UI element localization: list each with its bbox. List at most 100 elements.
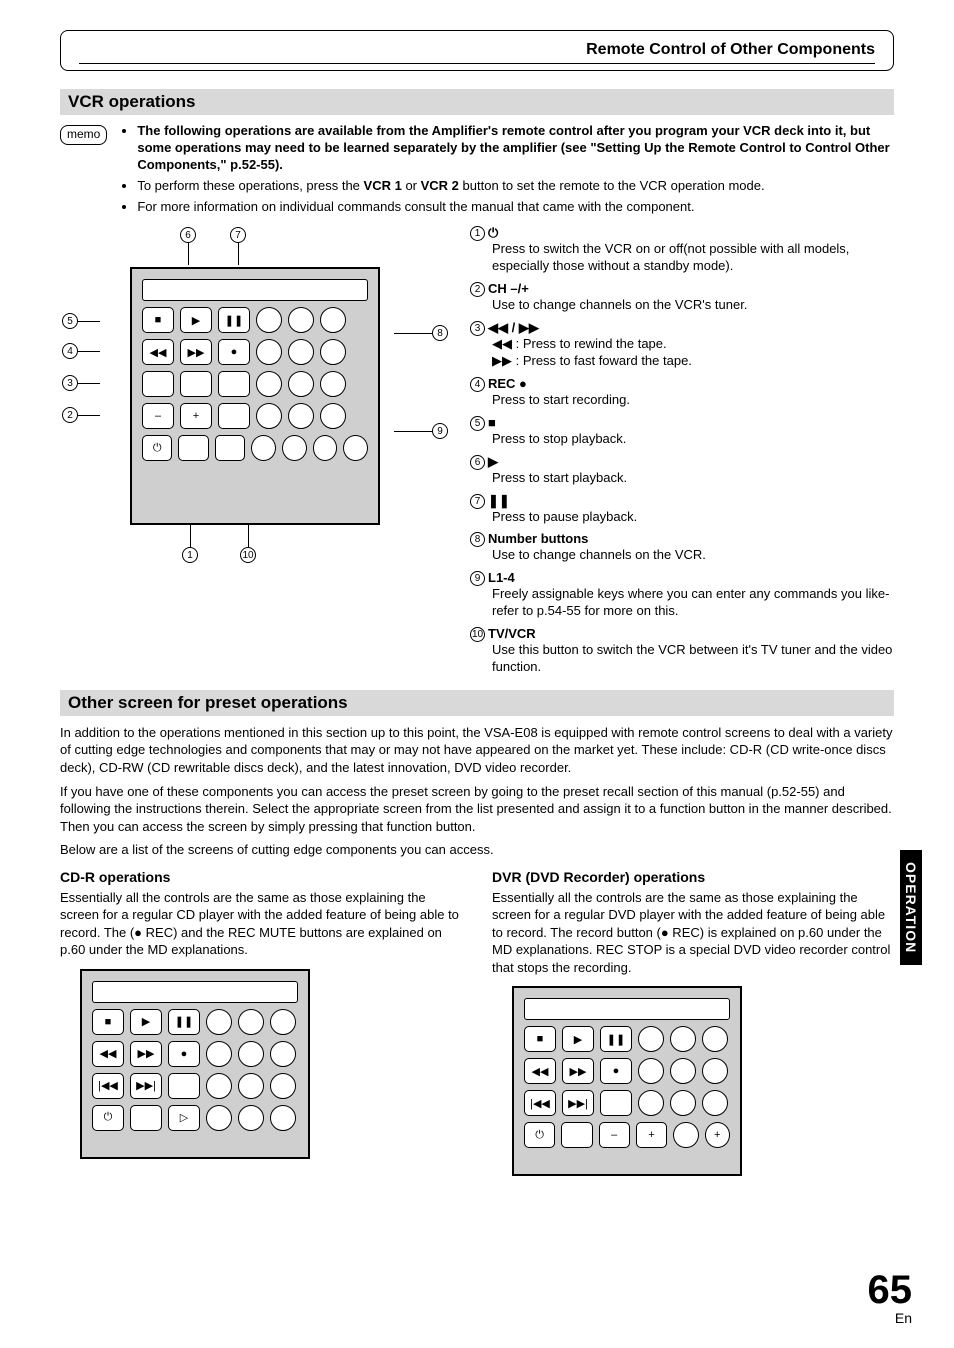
number-button[interactable]: [256, 307, 282, 333]
round-button[interactable]: [206, 1073, 232, 1099]
cdr-column: CD-R operations Essentially all the cont…: [60, 869, 462, 1177]
prev-track-button[interactable]: |◀◀: [92, 1073, 124, 1099]
round-button[interactable]: [238, 1073, 264, 1099]
callout-label: ▶: [488, 454, 498, 469]
round-button[interactable]: [638, 1058, 664, 1084]
blank-button[interactable]: [600, 1090, 632, 1116]
play-button[interactable]: ▶: [130, 1009, 162, 1035]
round-button[interactable]: [270, 1105, 296, 1131]
number-button[interactable]: [256, 371, 282, 397]
ch-plus-button[interactable]: +: [180, 403, 212, 429]
l-button[interactable]: [313, 435, 338, 461]
round-button[interactable]: [670, 1026, 696, 1052]
number-button[interactable]: [288, 339, 314, 365]
power-button[interactable]: ⏻: [92, 1105, 124, 1131]
pause-button[interactable]: ❚❚: [168, 1009, 200, 1035]
callout-desc: Use to change channels on the VCR's tune…: [492, 297, 894, 314]
round-button[interactable]: [238, 1105, 264, 1131]
prev-track-button[interactable]: |◀◀: [524, 1090, 556, 1116]
stop-button[interactable]: ■: [142, 307, 174, 333]
blank-button[interactable]: [561, 1122, 592, 1148]
round-button[interactable]: [670, 1090, 696, 1116]
dvr-body: Essentially all the controls are the sam…: [492, 889, 894, 977]
blank-button[interactable]: [168, 1073, 200, 1099]
round-button[interactable]: [206, 1041, 232, 1067]
callout-desc: Press to start recording.: [492, 392, 894, 409]
number-button[interactable]: [288, 307, 314, 333]
text: To perform these operations, press the: [137, 178, 363, 193]
record-button[interactable]: ●: [600, 1058, 632, 1084]
round-button[interactable]: [238, 1009, 264, 1035]
blank-button[interactable]: [218, 403, 250, 429]
rewind-button[interactable]: ◀◀: [524, 1058, 556, 1084]
blank-button[interactable]: [215, 435, 245, 461]
blank-button[interactable]: [130, 1105, 162, 1131]
round-button[interactable]: [702, 1058, 728, 1084]
round-button[interactable]: [673, 1122, 698, 1148]
vcr-callout-list: 1⏻Press to switch the VCR on or off(not …: [470, 225, 894, 681]
record-button[interactable]: ●: [168, 1041, 200, 1067]
minus-button[interactable]: –: [599, 1122, 630, 1148]
rewind-button[interactable]: ◀◀: [92, 1041, 124, 1067]
other-para-1: In addition to the operations mentioned …: [60, 724, 894, 777]
round-button[interactable]: [670, 1058, 696, 1084]
ch-minus-button[interactable]: –: [142, 403, 174, 429]
round-button[interactable]: [638, 1090, 664, 1116]
number-button[interactable]: [320, 307, 346, 333]
round-button[interactable]: [238, 1041, 264, 1067]
next-track-button[interactable]: ▶▶|: [130, 1073, 162, 1099]
rewind-button[interactable]: ◀◀: [142, 339, 174, 365]
stop-button[interactable]: ■: [92, 1009, 124, 1035]
stop-button[interactable]: ■: [524, 1026, 556, 1052]
callout-num: 5: [470, 416, 485, 431]
l-button[interactable]: [251, 435, 276, 461]
plus-button[interactable]: +: [636, 1122, 667, 1148]
page-number: 65 En: [868, 1270, 913, 1326]
pause-button[interactable]: ❚❚: [218, 307, 250, 333]
callout-num: 3: [470, 321, 485, 336]
number-button[interactable]: [288, 371, 314, 397]
callout-label: ■: [488, 415, 496, 430]
round-button[interactable]: [702, 1026, 728, 1052]
power-button[interactable]: ⏻: [524, 1122, 555, 1148]
callout-3: 3: [62, 375, 78, 391]
number-button[interactable]: [256, 339, 282, 365]
callout-num: 10: [470, 627, 485, 642]
blank-button[interactable]: [180, 371, 212, 397]
callout-9: 9: [432, 423, 448, 439]
round-button[interactable]: [638, 1026, 664, 1052]
power-button[interactable]: ⏻: [142, 435, 172, 461]
callout-num: 2: [470, 282, 485, 297]
section-title-vcr: VCR operations: [60, 89, 894, 115]
l-button[interactable]: [282, 435, 307, 461]
round-button[interactable]: [206, 1009, 232, 1035]
callout-label: ⏻: [488, 225, 498, 240]
round-button[interactable]: [270, 1073, 296, 1099]
tv-vcr-button[interactable]: [178, 435, 208, 461]
blank-button[interactable]: [218, 371, 250, 397]
right-arrow-button[interactable]: ▷: [168, 1105, 200, 1131]
play-button[interactable]: ▶: [562, 1026, 594, 1052]
number-button[interactable]: [320, 339, 346, 365]
blank-button[interactable]: [142, 371, 174, 397]
next-track-button[interactable]: ▶▶|: [562, 1090, 594, 1116]
number-button[interactable]: [320, 403, 346, 429]
number-button[interactable]: [320, 371, 346, 397]
play-button[interactable]: ▶: [180, 307, 212, 333]
round-button[interactable]: [270, 1041, 296, 1067]
round-button[interactable]: [206, 1105, 232, 1131]
fast-forward-button[interactable]: ▶▶: [562, 1058, 594, 1084]
round-button[interactable]: [270, 1009, 296, 1035]
number-button[interactable]: [288, 403, 314, 429]
plus-round-button[interactable]: +: [705, 1122, 730, 1148]
pause-button[interactable]: ❚❚: [600, 1026, 632, 1052]
cdr-remote-diagram: ■ ▶ ❚❚ ◀◀ ▶▶ ● |◀◀ ▶▶|: [80, 969, 310, 1159]
callout-desc: Press to switch the VCR on or off(not po…: [492, 241, 894, 275]
fast-forward-button[interactable]: ▶▶: [180, 339, 212, 365]
number-button[interactable]: [256, 403, 282, 429]
dvr-column: DVR (DVD Recorder) operations Essentiall…: [492, 869, 894, 1177]
round-button[interactable]: [702, 1090, 728, 1116]
record-button[interactable]: ●: [218, 339, 250, 365]
l-button[interactable]: [343, 435, 368, 461]
fast-forward-button[interactable]: ▶▶: [130, 1041, 162, 1067]
